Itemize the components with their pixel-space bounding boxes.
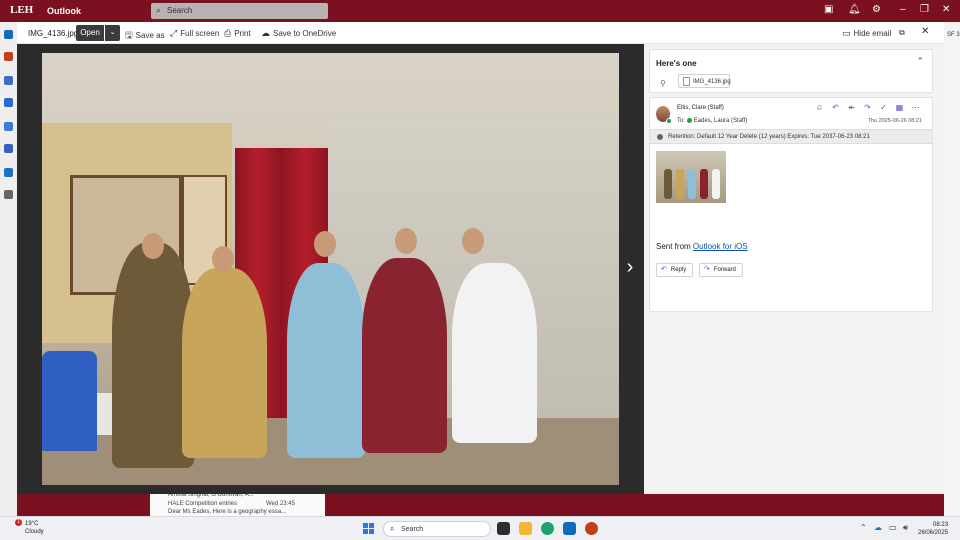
viewer-toolbar: IMG_4136.jpg Open ⌄ 🖫︎ Save as ⤢ Full scre…	[17, 22, 944, 44]
weather-condition: Cloudy	[25, 529, 44, 535]
mail-icon[interactable]	[4, 30, 13, 39]
save-onedrive-button[interactable]: ☁ Save to OneDrive	[261, 28, 336, 39]
list-preview: Dear Ms Eades, Here is a geography essa.…	[168, 509, 287, 515]
restore-icon[interactable]: ❐	[920, 4, 929, 15]
message-actions: ☺ ↶ ↞ ↷ ✓ ▦ ⋯	[810, 103, 922, 115]
expand-icon: ⤢	[170, 28, 178, 38]
taskbar-search[interactable]: ⌕ Search	[383, 521, 491, 537]
bell-icon[interactable]: 🔔︎	[848, 4, 861, 15]
apps-icon[interactable]	[4, 190, 13, 199]
panel-icon: ▭	[842, 28, 851, 38]
close-viewer-icon[interactable]: ✕	[921, 26, 929, 37]
printer-icon: ⎙	[224, 28, 232, 38]
notification-badge: 1	[15, 519, 22, 526]
popout-icon[interactable]: ⧉	[899, 28, 905, 38]
emoji-icon[interactable]: ☺	[813, 103, 826, 112]
search-icon: ⌕	[390, 524, 395, 533]
message-card: Eltis, Clare (Staff) To: Eades, Laura (S…	[649, 97, 933, 312]
signature: Sent from Outlook for iOS	[656, 242, 748, 251]
paperclip-icon: ⚲	[660, 79, 666, 88]
search-placeholder: Search	[167, 6, 193, 15]
left-app-rail	[0, 22, 17, 516]
attachment-image	[42, 53, 619, 485]
windows-taskbar: 1 19°C Cloudy ⌕ Search ⌃ ☁ ▭ 🔊︎ 08:23 26…	[0, 516, 960, 540]
chevron-up-icon[interactable]: ⌃	[916, 56, 924, 67]
reply-icon[interactable]: ↶	[829, 103, 842, 112]
org-logo: LEH	[10, 4, 34, 16]
file-icon	[683, 77, 690, 86]
retention-banner: Retention: Default 12 Year Delete (12 ye…	[650, 129, 932, 144]
save-icon: 🖫︎	[125, 30, 133, 40]
message-date: Thu 2025-06-26 08:21	[867, 118, 922, 124]
attachment-chip[interactable]: IMG_4136.jpg	[678, 74, 731, 88]
retention-text: Retention: Default 12 Year Delete (12 ye…	[668, 134, 870, 140]
email-subject: Here's one	[656, 59, 697, 68]
grid-icon[interactable]: ▦	[893, 103, 906, 112]
outlook-topbar: LEH Outlook ⌕ Search ▣ 🔔︎ ⚙ – ❐ ✕	[0, 0, 960, 22]
list-subject: HALE Competition entries	[168, 501, 238, 507]
calendar-icon[interactable]: ▣	[824, 4, 833, 15]
image-thumbnail[interactable]	[656, 151, 726, 203]
office-icon[interactable]	[4, 52, 13, 61]
right-strip-label: SF 3	[947, 32, 960, 38]
reply-icon: ↶	[661, 266, 667, 273]
chevron-up-icon[interactable]: ⌃	[860, 523, 867, 532]
checkmark-icon[interactable]: ✓	[877, 103, 890, 112]
blue-chair	[42, 351, 97, 451]
attachment-viewer: IMG_4136.jpg Open ⌄ 🖫︎ Save as ⤢ Full scre…	[17, 22, 944, 494]
reply-all-icon[interactable]: ↞	[845, 103, 858, 112]
edge-icon[interactable]	[541, 522, 554, 535]
retention-icon	[657, 134, 663, 140]
hide-email-button[interactable]: ▭ Hide email	[842, 28, 891, 39]
app-title: Outlook	[47, 6, 81, 16]
outlook-ios-link[interactable]: Outlook for iOS	[693, 242, 748, 251]
subject-card: Here's one ⌃ ⚲ IMG_4136.jpg	[649, 49, 933, 93]
outlook-taskbar-icon[interactable]	[563, 522, 576, 535]
close-window-icon[interactable]: ✕	[942, 4, 950, 15]
onedrive-icon[interactable]	[4, 168, 13, 177]
temperature: 19°C	[25, 521, 39, 527]
open-button[interactable]: Open	[76, 25, 104, 41]
todo-icon[interactable]	[4, 122, 13, 131]
chevron-down-icon: ⌄	[109, 29, 116, 36]
sender-name[interactable]: Eltis, Clare (Staff)	[677, 105, 724, 111]
powerpoint-icon[interactable]	[585, 522, 598, 535]
start-button[interactable]	[363, 523, 375, 535]
viewer-filename: IMG_4136.jpg	[28, 29, 79, 38]
minimize-icon[interactable]: –	[900, 4, 906, 15]
search-icon: ⌕	[156, 5, 162, 15]
people-icon[interactable]	[4, 98, 13, 107]
list-time: Wed 23:45	[266, 501, 295, 507]
right-strip: SF 3	[944, 22, 960, 516]
forward-button[interactable]: ↷ Forward	[699, 263, 743, 277]
gear-icon[interactable]: ⚙	[872, 4, 881, 15]
email-pane: Here's one ⌃ ⚲ IMG_4136.jpg Eltis, Clare…	[644, 44, 944, 494]
more-icon[interactable]: ⋯	[909, 103, 922, 112]
reply-button[interactable]: ↶ Reply	[656, 263, 694, 277]
forward-icon[interactable]: ↷	[861, 103, 874, 112]
forward-icon: ↷	[704, 266, 710, 273]
file-explorer-icon[interactable]	[519, 522, 532, 535]
search-box[interactable]: ⌕ Search	[151, 3, 328, 19]
calendar-rail-icon[interactable]	[4, 76, 13, 85]
print-button[interactable]: ⎙ Print	[224, 28, 251, 39]
recipient-line: To: Eades, Laura (Staff)	[677, 118, 748, 125]
cloud-icon: ☁	[261, 28, 270, 38]
weather-widget[interactable]: 19°C Cloudy	[25, 520, 44, 536]
open-dropdown-button[interactable]: ⌄	[105, 25, 120, 41]
network-icon[interactable]: ▭	[889, 523, 897, 532]
onedrive-tray-icon[interactable]: ☁	[874, 523, 882, 532]
full-screen-button[interactable]: ⤢ Full screen	[170, 28, 219, 39]
presence-dot	[686, 118, 692, 123]
presence-indicator	[666, 118, 672, 124]
system-clock[interactable]: 08:23 26/06/2025	[918, 521, 948, 537]
message-list-item[interactable]: Amolia Singhal; O Donovan, A... HALE Com…	[150, 492, 325, 516]
task-view-icon[interactable]	[497, 522, 510, 535]
teams-icon[interactable]	[4, 144, 13, 153]
volume-icon[interactable]: 🔊︎	[903, 523, 908, 533]
save-as-button[interactable]: 🖫︎ Save as	[125, 28, 165, 44]
next-image-arrow[interactable]: ›	[623, 256, 637, 282]
